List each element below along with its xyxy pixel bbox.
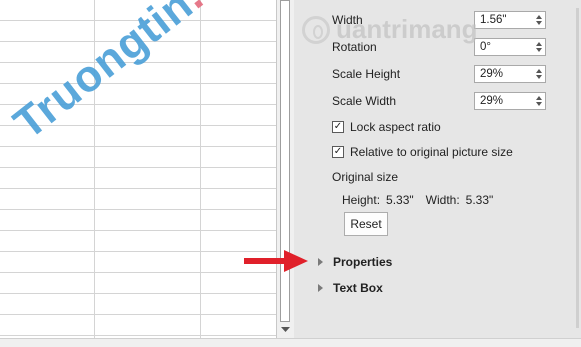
scroll-down-arrow-icon[interactable]: [277, 324, 294, 336]
grid-row-line: [0, 146, 276, 147]
grid-row-line: [0, 335, 276, 336]
scale-width-row: Scale Width: [332, 92, 474, 110]
spin-up-icon[interactable]: [536, 42, 542, 46]
watermark-truongtin: Truongtin.top: [5, 0, 269, 149]
width-value[interactable]: 1.56": [475, 14, 533, 26]
spinner-buttons[interactable]: [533, 66, 545, 82]
sheet-vertical-scrollbar[interactable]: [276, 0, 294, 338]
scale-width-spinner[interactable]: 29%: [474, 92, 546, 110]
scale-width-value[interactable]: 29%: [475, 95, 533, 107]
grid-row-line: [0, 230, 276, 231]
original-size-heading-row: Original size: [332, 168, 398, 186]
checkbox-checked-icon[interactable]: ✓: [332, 121, 344, 133]
original-size-heading: Original size: [332, 170, 399, 184]
text-box-section-header[interactable]: Text Box: [318, 281, 383, 295]
format-picture-pane: Width 1.56" Rotation 0° Scale Height 29%…: [294, 0, 581, 338]
watermark-quantrimang-text: uantrimang: [336, 14, 478, 44]
relative-original-size-checkbox[interactable]: ✓ Relative to original picture size: [332, 144, 513, 160]
grid-column-line: [200, 0, 201, 338]
scale-height-row: Scale Height: [332, 65, 474, 83]
quantrimang-logo-icon: [302, 15, 330, 44]
caret-right-icon[interactable]: [318, 258, 323, 266]
spin-down-icon[interactable]: [536, 21, 542, 25]
grid-row-line: [0, 188, 276, 189]
spin-down-icon[interactable]: [536, 102, 542, 106]
spin-down-icon[interactable]: [536, 75, 542, 79]
spin-up-icon[interactable]: [536, 96, 542, 100]
lock-aspect-ratio-checkbox[interactable]: ✓ Lock aspect ratio: [332, 119, 441, 135]
properties-label[interactable]: Properties: [333, 255, 392, 269]
scrollbar-thumb[interactable]: [280, 0, 290, 322]
original-size-values: Height: 5.33" Width: 5.33": [342, 193, 499, 207]
pane-scrollbar[interactable]: [573, 0, 581, 338]
spinner-buttons[interactable]: [533, 12, 545, 28]
grid-row-line: [0, 272, 276, 273]
spin-down-icon[interactable]: [536, 48, 542, 52]
watermark-text: Truongtin: [5, 0, 203, 149]
scale-height-spinner[interactable]: 29%: [474, 65, 546, 83]
relative-original-size-label[interactable]: Relative to original picture size: [350, 145, 513, 159]
scale-height-value[interactable]: 29%: [475, 68, 533, 80]
reset-button[interactable]: Reset: [344, 212, 388, 236]
grid-row-line: [0, 251, 276, 252]
scale-height-label: Scale Height: [332, 67, 401, 81]
original-width-label: Width:: [425, 193, 460, 207]
spinner-buttons[interactable]: [533, 93, 545, 109]
text-box-label[interactable]: Text Box: [333, 281, 383, 295]
original-width-value: 5.33": [465, 193, 494, 207]
grid-row-line: [0, 167, 276, 168]
spreadsheet-grid[interactable]: Truongtin.top: [0, 0, 276, 338]
original-height-value: 5.33": [386, 193, 414, 207]
watermark-quantrimang: uantrimang: [302, 14, 478, 45]
caret-right-icon[interactable]: [318, 284, 323, 292]
grid-row-line: [0, 314, 276, 315]
spin-up-icon[interactable]: [536, 69, 542, 73]
properties-section-header[interactable]: Properties: [318, 255, 392, 269]
grid-row-line: [0, 209, 276, 210]
red-arrow-icon: [244, 250, 308, 272]
checkbox-checked-icon[interactable]: ✓: [332, 146, 344, 158]
pane-scroll-track[interactable]: [576, 8, 579, 328]
rotation-spinner[interactable]: 0°: [474, 38, 546, 56]
lock-aspect-ratio-label[interactable]: Lock aspect ratio: [350, 120, 441, 134]
width-spinner[interactable]: 1.56": [474, 11, 546, 29]
spinner-buttons[interactable]: [533, 39, 545, 55]
original-height-label: Height:: [342, 193, 381, 207]
rotation-value[interactable]: 0°: [475, 41, 533, 53]
spin-up-icon[interactable]: [536, 15, 542, 19]
grid-row-line: [0, 293, 276, 294]
scale-width-label: Scale Width: [332, 94, 397, 108]
